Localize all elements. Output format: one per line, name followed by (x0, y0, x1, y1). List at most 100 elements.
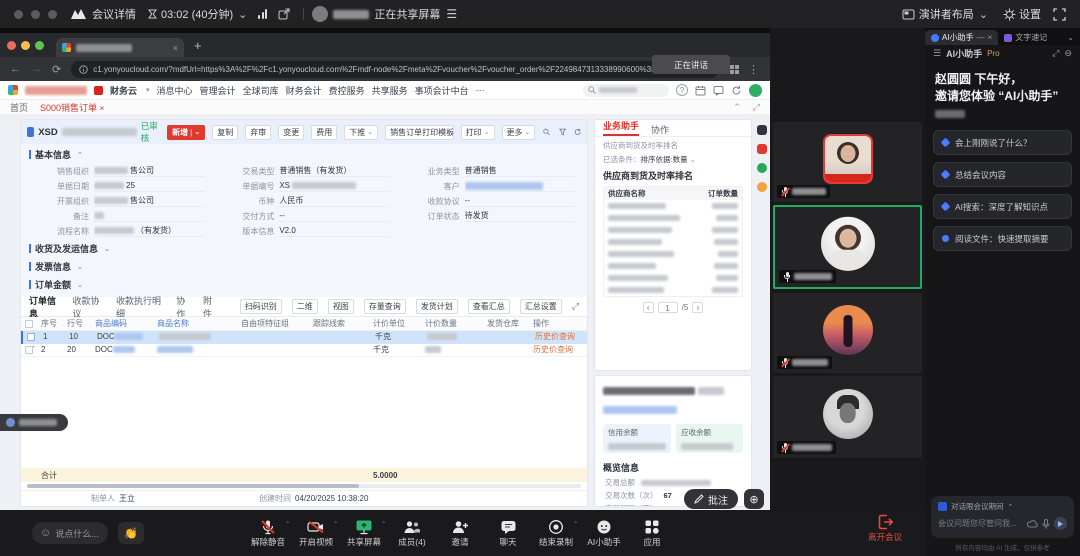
settings-button[interactable]: 设置 (1019, 6, 1041, 22)
gear-icon[interactable] (1003, 8, 1016, 21)
view-summary-button[interactable]: 查看汇总 (467, 299, 510, 314)
browser-minimize-button[interactable] (21, 40, 30, 50)
view-button[interactable]: 视图 (327, 299, 354, 314)
table-row[interactable]: 1 10 DOC 千克 历史价查询 ··· (21, 331, 587, 351)
next-page-icon[interactable]: › (692, 302, 704, 313)
unapprove-button[interactable]: 弃审 (245, 124, 272, 140)
select-all-checkbox[interactable] (25, 319, 33, 328)
sync-icon[interactable] (731, 85, 742, 96)
members-button[interactable]: 成员(4) (388, 519, 436, 548)
erp-search-input[interactable] (583, 83, 669, 97)
horizontal-scrollbar[interactable] (27, 484, 581, 488)
clap-reaction-button[interactable]: 👏 (118, 522, 144, 544)
dock-red-icon[interactable] (757, 144, 767, 154)
nav-item[interactable]: 事项会计中台 (415, 84, 469, 97)
nav-item[interactable]: 费控服务 (329, 84, 365, 97)
prev-page-icon[interactable]: ‹ (642, 302, 654, 313)
address-bar[interactable]: c1.yonyoucloud.com/?mdfUrl=https%3A%2F%2… (71, 60, 719, 78)
section-basic-info[interactable]: 基本信息 ⌃ (29, 147, 579, 162)
tab-collab[interactable]: 协作 (176, 294, 193, 320)
tab-close-icon[interactable]: × (173, 43, 178, 53)
browser-zoom-button[interactable] (35, 40, 44, 50)
delivery-plan-button[interactable]: 发货计划 (415, 299, 458, 314)
page-input[interactable]: 1 (657, 302, 678, 313)
section-invoice[interactable]: 发票信息 ⌄ (29, 259, 579, 274)
assist-condition[interactable]: 已选条件：排序依据:数量 ⌄ (595, 151, 751, 165)
new-tab-button[interactable]: + (194, 38, 202, 53)
message-icon[interactable] (713, 85, 724, 96)
nav-item[interactable]: 管理会计 (200, 84, 236, 97)
grid-expand-icon[interactable]: ⤢ (572, 301, 579, 312)
erp-red-app-icon[interactable] (94, 85, 103, 95)
stop-recording-button[interactable]: ˆ 结束录制 (532, 519, 580, 548)
popout-icon[interactable]: ⤢ (1052, 48, 1059, 59)
tab-order-info[interactable]: 订单信息 (29, 294, 63, 320)
ai-suggestion[interactable]: 阅读文件：快速提取摘要 (933, 226, 1072, 251)
tab-payment-agreement[interactable]: 收款协议 (73, 294, 107, 320)
chat-button[interactable]: 聊天 (484, 519, 532, 548)
ai-scope-tag[interactable]: 对话限会议期间 ⌃ (938, 501, 1067, 512)
nav-item[interactable]: 全球司库 (243, 84, 279, 97)
print-button[interactable]: 打印 ⌄ (460, 124, 495, 140)
tab-minimize-icon[interactable]: — (977, 33, 985, 42)
row-checkbox[interactable] (25, 345, 33, 354)
browser-menu-icon[interactable]: ⋮ (748, 63, 760, 76)
tab-ai-assistant[interactable]: AI小助手 — × (925, 30, 999, 45)
nav-item[interactable]: 消息中心 (157, 84, 193, 97)
stock-query-button[interactable]: 存量查询 (363, 299, 406, 314)
leave-meeting-button[interactable]: 离开会议 (868, 514, 902, 543)
add-button[interactable]: 新增 | ⌄ (167, 124, 206, 140)
help-icon[interactable]: ? (676, 84, 688, 96)
apps-button[interactable]: 应用 (628, 519, 676, 548)
nav-more[interactable]: ··· (476, 85, 485, 95)
summary-settings-button[interactable]: 汇总设置 (519, 299, 562, 314)
voice-icon[interactable] (1042, 518, 1050, 529)
network-signal-icon[interactable] (258, 9, 268, 19)
dock-green-icon[interactable] (757, 163, 767, 173)
tab-business-assistant[interactable]: 业务助手 (603, 120, 640, 136)
more-button[interactable]: 更多 ⌄ (501, 124, 536, 140)
invite-button[interactable]: 邀请 (436, 519, 484, 548)
extensions-icon[interactable] (729, 64, 740, 75)
share-menu-icon[interactable]: ☰ (446, 7, 457, 21)
tab-collaboration[interactable]: 协作 (651, 123, 669, 136)
tab-close-icon[interactable]: × (988, 33, 993, 42)
tab-attachments[interactable]: 附件 (203, 294, 220, 320)
layout-button[interactable]: 演讲者布局 (919, 6, 974, 22)
site-info-icon[interactable] (79, 64, 89, 74)
reaction-input[interactable]: ☺ 说点什么... (32, 522, 108, 544)
layout-caret-icon[interactable]: ⌄ (979, 8, 988, 21)
pushdown-button[interactable]: 下推 ⌄ (344, 124, 379, 140)
participant-tile-active-speaker[interactable] (773, 205, 922, 289)
ai-assistant-button[interactable]: AI小助手 (580, 519, 628, 548)
menu-icon[interactable]: ☰ (933, 48, 941, 59)
print-template-select[interactable]: 销售订单打印模板 (..⌄ (385, 124, 454, 140)
annotate-button[interactable]: 批注 (684, 489, 738, 509)
section-amount[interactable]: 订单金额 ⌄ (29, 277, 579, 292)
qr-button[interactable]: 二维 (291, 299, 318, 314)
participant-tile[interactable] (773, 122, 922, 202)
row-checkbox[interactable] (27, 332, 35, 341)
zoom-in-button[interactable]: ⊕ (744, 489, 764, 509)
section-shipping[interactable]: 收货及发运信息 ⌄ (29, 241, 579, 256)
supplier-row[interactable] (604, 260, 742, 272)
supplier-row[interactable] (604, 224, 742, 236)
change-button[interactable]: 变更 (278, 124, 305, 140)
nav-item-finance-cloud[interactable]: 财务云 (110, 84, 137, 97)
tab-payment-detail[interactable]: 收款执行明细 (116, 294, 166, 320)
timer-caret-icon[interactable]: ⌄ (238, 8, 247, 21)
tabs-caret-icon[interactable]: ⌄ (1067, 33, 1080, 45)
scan-button[interactable]: 扫码识别 (239, 299, 282, 314)
participant-tile[interactable] (773, 376, 922, 458)
browser-close-button[interactable] (7, 40, 16, 50)
expand-icon[interactable]: ⤢ (753, 102, 760, 113)
supplier-row[interactable] (604, 212, 742, 224)
back-icon[interactable]: ← (10, 63, 21, 75)
cloud-icon[interactable] (1027, 519, 1038, 528)
history-price-link[interactable]: 历史价查询 (535, 331, 583, 342)
meeting-timer[interactable]: 03:02 (40分钟) (161, 6, 233, 22)
traffic-light[interactable] (14, 9, 23, 19)
participant-tile[interactable] (773, 293, 922, 373)
ai-question-input[interactable]: 会议问题您尽管问我... (938, 518, 1023, 529)
unmute-button[interactable]: ˆ 解除静音 (244, 519, 292, 548)
